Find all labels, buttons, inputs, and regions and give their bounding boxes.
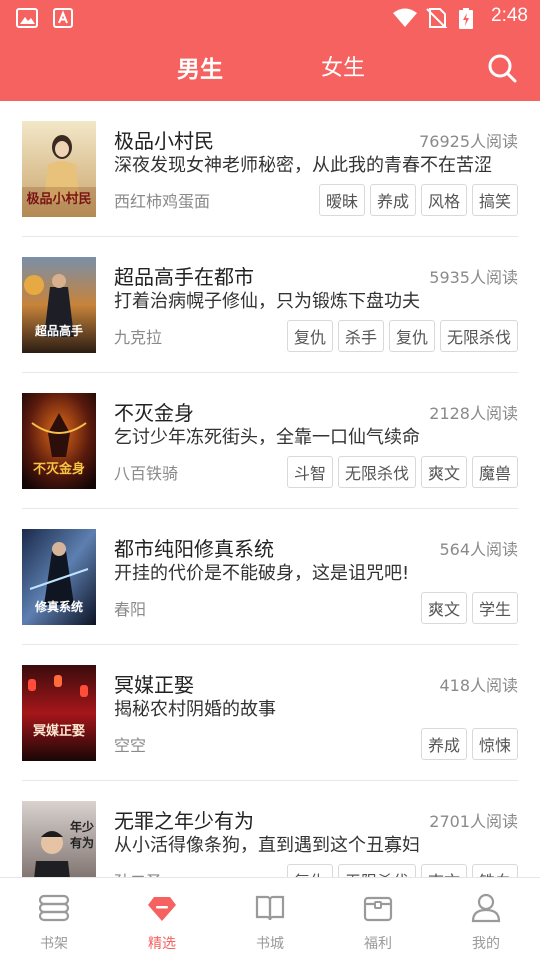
status-bar: 2:48: [0, 0, 540, 36]
tag[interactable]: 学生: [471, 592, 518, 624]
gender-tabs: 男生 女生: [0, 44, 540, 94]
clock: 2:48: [491, 5, 528, 26]
book-author: 孙二圣: [114, 868, 162, 877]
svg-text:修真系统: 修真系统: [34, 599, 83, 614]
read-count: 76925人阅读: [419, 132, 518, 151]
tag[interactable]: 养成: [420, 728, 467, 760]
nav-label: 书城: [256, 936, 284, 952]
search-icon[interactable]: [486, 52, 518, 84]
battery-charging-icon: [459, 8, 473, 29]
svg-text:不灭金身: 不灭金身: [33, 461, 85, 477]
book-description: 从小活得像条狗，直到遇到这个丑寡妇: [114, 835, 420, 856]
nav-label: 书架: [40, 936, 68, 952]
tag-list: 复仇 无限杀伐 爽文 铁血: [286, 864, 518, 877]
book-cover: 超品高手: [22, 257, 96, 353]
read-count: 418人阅读: [439, 676, 518, 695]
book-title: 无罪之年少有为: [114, 809, 254, 833]
open-book-icon: [255, 895, 285, 921]
book-item[interactable]: 超品高手 超品高手在都市 5935人阅读 打着治病幌子修仙，只为锻炼下盘功夫 九…: [0, 237, 540, 373]
book-description: 深夜发现女神老师秘密，从此我的青春不在苦涩: [114, 155, 492, 176]
wifi-icon: [393, 8, 417, 27]
tag-list: 复仇 杀手 复仇 无限杀伐: [286, 320, 518, 352]
tag[interactable]: 铁血: [471, 864, 518, 877]
svg-text:冥媒正娶: 冥媒正娶: [33, 723, 85, 739]
book-item[interactable]: 修真系统 都市纯阳修真系统 564人阅读 开挂的代价是不能破身，这是诅咒吧! 春…: [0, 509, 540, 645]
nav-label: 我的: [472, 936, 500, 952]
bottom-navigation: 书架 精选 书城 福利 我的: [0, 877, 540, 960]
book-title: 超品高手在都市: [114, 265, 254, 289]
tag[interactable]: 暧昧: [318, 184, 365, 216]
read-count: 5935人阅读: [429, 268, 518, 287]
tag[interactable]: 爽文: [420, 864, 467, 877]
book-cover: 冥媒正娶: [22, 665, 96, 761]
tag[interactable]: 惊悚: [471, 728, 518, 760]
book-title: 不灭金身: [114, 401, 194, 425]
book-cover: 极品小村民: [22, 121, 96, 217]
book-author: 空空: [114, 736, 147, 755]
book-cover: 不灭金身: [22, 393, 96, 489]
book-title: 极品小村民: [114, 129, 214, 153]
tab-male[interactable]: 男生: [177, 50, 223, 84]
tag[interactable]: 杀手: [337, 320, 384, 352]
book-author: 九克拉: [114, 328, 163, 347]
book-cover: 修真系统: [22, 529, 96, 625]
top-bar: 2:48 男生 女生: [0, 0, 540, 101]
tag[interactable]: 爽文: [420, 456, 467, 488]
tag[interactable]: 搞笑: [471, 184, 518, 216]
book-item[interactable]: 年少 有为 无罪之年少有为 2701人阅读 从小活得像条狗，直到遇到这个丑寡妇 …: [0, 781, 540, 877]
nav-featured[interactable]: 精选: [108, 878, 216, 960]
bookshelf-icon: [38, 894, 70, 922]
read-count: 2128人阅读: [429, 404, 518, 423]
book-title: 都市纯阳修真系统: [114, 537, 274, 561]
svg-text:年少: 年少: [70, 819, 94, 834]
tag-list: 斗智 无限杀伐 爽文 魔兽: [286, 456, 518, 488]
tag[interactable]: 复仇: [286, 864, 333, 877]
gift-box-icon: [363, 896, 393, 922]
tag[interactable]: 风格: [420, 184, 467, 216]
svg-text:有为: 有为: [70, 835, 94, 850]
nav-profile[interactable]: 我的: [432, 878, 540, 960]
tag[interactable]: 无限杀伐: [337, 864, 416, 877]
book-cover: 年少 有为: [22, 801, 96, 877]
read-count: 2701人阅读: [429, 812, 518, 831]
gem-icon: [148, 897, 176, 921]
gallery-notification-icon: [16, 8, 38, 28]
nav-label: 福利: [364, 936, 392, 952]
book-item[interactable]: 不灭金身 不灭金身 2128人阅读 乞讨少年冻死街头，全靠一口仙气续命 八百铁骑…: [0, 373, 540, 509]
svg-text:极品小村民: 极品小村民: [26, 191, 91, 207]
tag-list: 爽文 学生: [420, 592, 518, 624]
book-author: 八百铁骑: [114, 464, 179, 483]
tag[interactable]: 无限杀伐: [439, 320, 518, 352]
svg-text:超品高手: 超品高手: [34, 323, 83, 338]
tab-female[interactable]: 女生: [321, 50, 365, 82]
tag[interactable]: 复仇: [286, 320, 333, 352]
tag-list: 养成 惊悚: [420, 728, 518, 760]
book-list: 极品小村民 极品小村民 76925人阅读 深夜发现女神老师秘密，从此我的青春不在…: [0, 101, 540, 877]
nav-bookstore[interactable]: 书城: [216, 878, 324, 960]
tag[interactable]: 复仇: [388, 320, 435, 352]
tag[interactable]: 魔兽: [471, 456, 518, 488]
tag[interactable]: 养成: [369, 184, 416, 216]
book-description: 揭秘农村阴婚的故事: [114, 699, 276, 720]
tag[interactable]: 无限杀伐: [337, 456, 416, 488]
tag[interactable]: 斗智: [286, 456, 333, 488]
read-count: 564人阅读: [439, 540, 518, 559]
user-icon: [471, 893, 501, 923]
nav-label: 精选: [148, 936, 176, 952]
tag-list: 暧昧 养成 风格 搞笑: [318, 184, 518, 216]
nav-bookshelf[interactable]: 书架: [0, 878, 108, 960]
book-author: 春阳: [114, 600, 147, 619]
book-description: 开挂的代价是不能破身，这是诅咒吧!: [114, 563, 410, 584]
book-author: 西红柿鸡蛋面: [114, 192, 211, 211]
app-notification-icon: [53, 8, 73, 28]
book-description: 乞讨少年冻死街头，全靠一口仙气续命: [114, 427, 420, 448]
tag[interactable]: 爽文: [420, 592, 467, 624]
no-sim-icon: [426, 8, 448, 28]
nav-welfare[interactable]: 福利: [324, 878, 432, 960]
book-item[interactable]: 极品小村民 极品小村民 76925人阅读 深夜发现女神老师秘密，从此我的青春不在…: [0, 101, 540, 237]
book-description: 打着治病幌子修仙，只为锻炼下盘功夫: [114, 291, 420, 312]
book-item[interactable]: 冥媒正娶 冥媒正娶 418人阅读 揭秘农村阴婚的故事 空空 养成 惊悚: [0, 645, 540, 781]
book-title: 冥媒正娶: [114, 673, 194, 697]
